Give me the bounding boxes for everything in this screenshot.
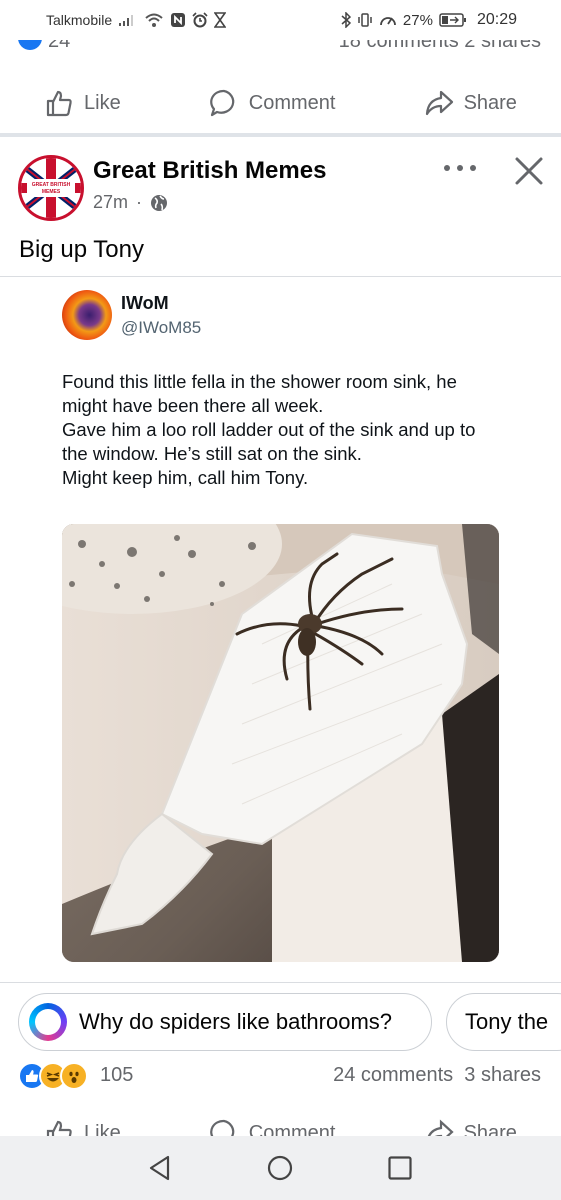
clock-time: 20:29 [476,11,517,28]
share-button[interactable]: Share [424,1118,517,1136]
reactions-row: 105 24 comments 3 shares [0,1060,561,1092]
status-bar: Talkmobile 27% 20:29 [0,0,561,40]
page-avatar[interactable]: GREAT BRITISH MEMES [18,155,84,221]
suggestion-chip[interactable]: Tony the [446,993,561,1051]
signal-icon [118,13,138,27]
comment-button[interactable]: Comment [209,1118,336,1136]
tweet-text: Found this little fella in the shower ro… [62,370,522,490]
tweet-screenshot[interactable]: IWoM @IWoM85 Found this little fella in … [0,278,561,978]
hourglass-icon [214,12,227,28]
caption-divider [0,276,561,277]
post-header: GREAT BRITISH MEMES Great British Memes … [0,148,561,228]
like-button[interactable]: Like [44,88,121,118]
post-actions: Like Comment Share [0,1114,561,1136]
like-button[interactable]: Like [44,1118,121,1136]
svg-text:GREAT BRITISH: GREAT BRITISH [32,182,71,188]
spider-photo[interactable] [62,524,499,962]
thumbs-up-icon [46,90,72,117]
more-options-icon[interactable] [442,156,478,180]
battery-percent: 27% [402,11,433,29]
post-divider [0,133,561,137]
meta-separator: · [136,192,143,212]
close-icon[interactable] [512,154,546,188]
post-time[interactable]: 27m [93,192,128,213]
reaction-count[interactable]: 105 [100,1064,133,1087]
bluetooth-icon [341,12,351,28]
suggestion-chip[interactable]: Why do spiders like bathrooms? [18,993,432,1051]
union-jack-logo: GREAT BRITISH MEMES [21,158,81,218]
tweet-avatar [62,290,112,340]
reaction-icons[interactable] [18,1062,88,1090]
suggestion-label: Why do spiders like bathrooms? [79,1009,393,1034]
wow-reaction-icon [60,1062,88,1090]
comments-shares: 24 comments 3 shares [333,1064,541,1087]
post-meta: 27m · [93,192,168,213]
thumbs-up-icon [46,1120,72,1136]
home-icon[interactable] [266,1154,294,1182]
system-nav-bar [0,1136,561,1200]
wifi-icon [144,12,164,28]
share-arrow-icon [427,1119,454,1136]
battery-icon [439,12,467,28]
tweet-line: Might keep him, call him Tony. [62,467,309,488]
back-icon[interactable] [146,1154,174,1182]
shares-count[interactable]: 3 shares [464,1064,541,1086]
previous-post-actions: Like Comment Share [0,78,561,128]
recents-icon[interactable] [386,1154,414,1182]
comment-bubble-icon [209,1119,235,1136]
tweet-line: Found this little fella in the shower ro… [62,371,457,392]
share-arrow-icon [425,90,453,116]
vibrate-icon [357,12,373,28]
carrier-label: Talkmobile [46,12,113,28]
meta-ai-icon [29,1003,67,1041]
svg-text:MEMES: MEMES [42,189,61,195]
ai-suggestions: Why do spiders like bathrooms? Tony the [0,991,561,1053]
globe-icon [151,194,168,211]
suggestion-label: Tony the [465,1009,549,1034]
comment-label: Comment [248,1121,336,1137]
like-label: Like [84,1121,121,1137]
tweet-line: Gave him a loo roll ladder out of the si… [62,419,476,440]
comment-label: Comment [248,91,336,114]
comment-bubble-icon [209,89,235,117]
comments-count[interactable]: 24 comments [333,1064,453,1086]
alarm-icon [192,12,208,28]
comment-button[interactable]: Comment [209,88,336,118]
like-label: Like [84,91,121,114]
image-divider [0,982,561,983]
nfc-icon [170,12,186,28]
share-label: Share [463,91,517,114]
tweet-line: the window. He’s still sat on the sink. [62,443,362,464]
share-label: Share [463,1121,517,1137]
share-button[interactable]: Share [424,88,517,118]
speed-gauge-icon [379,12,397,28]
tweet-line: might have been there all week. [62,395,324,416]
tweet-author-name: IWoM [121,293,169,313]
tweet-author-handle: @IWoM85 [121,318,202,337]
post-caption: Big up Tony [19,236,144,263]
page-name[interactable]: Great British Memes [93,157,326,185]
